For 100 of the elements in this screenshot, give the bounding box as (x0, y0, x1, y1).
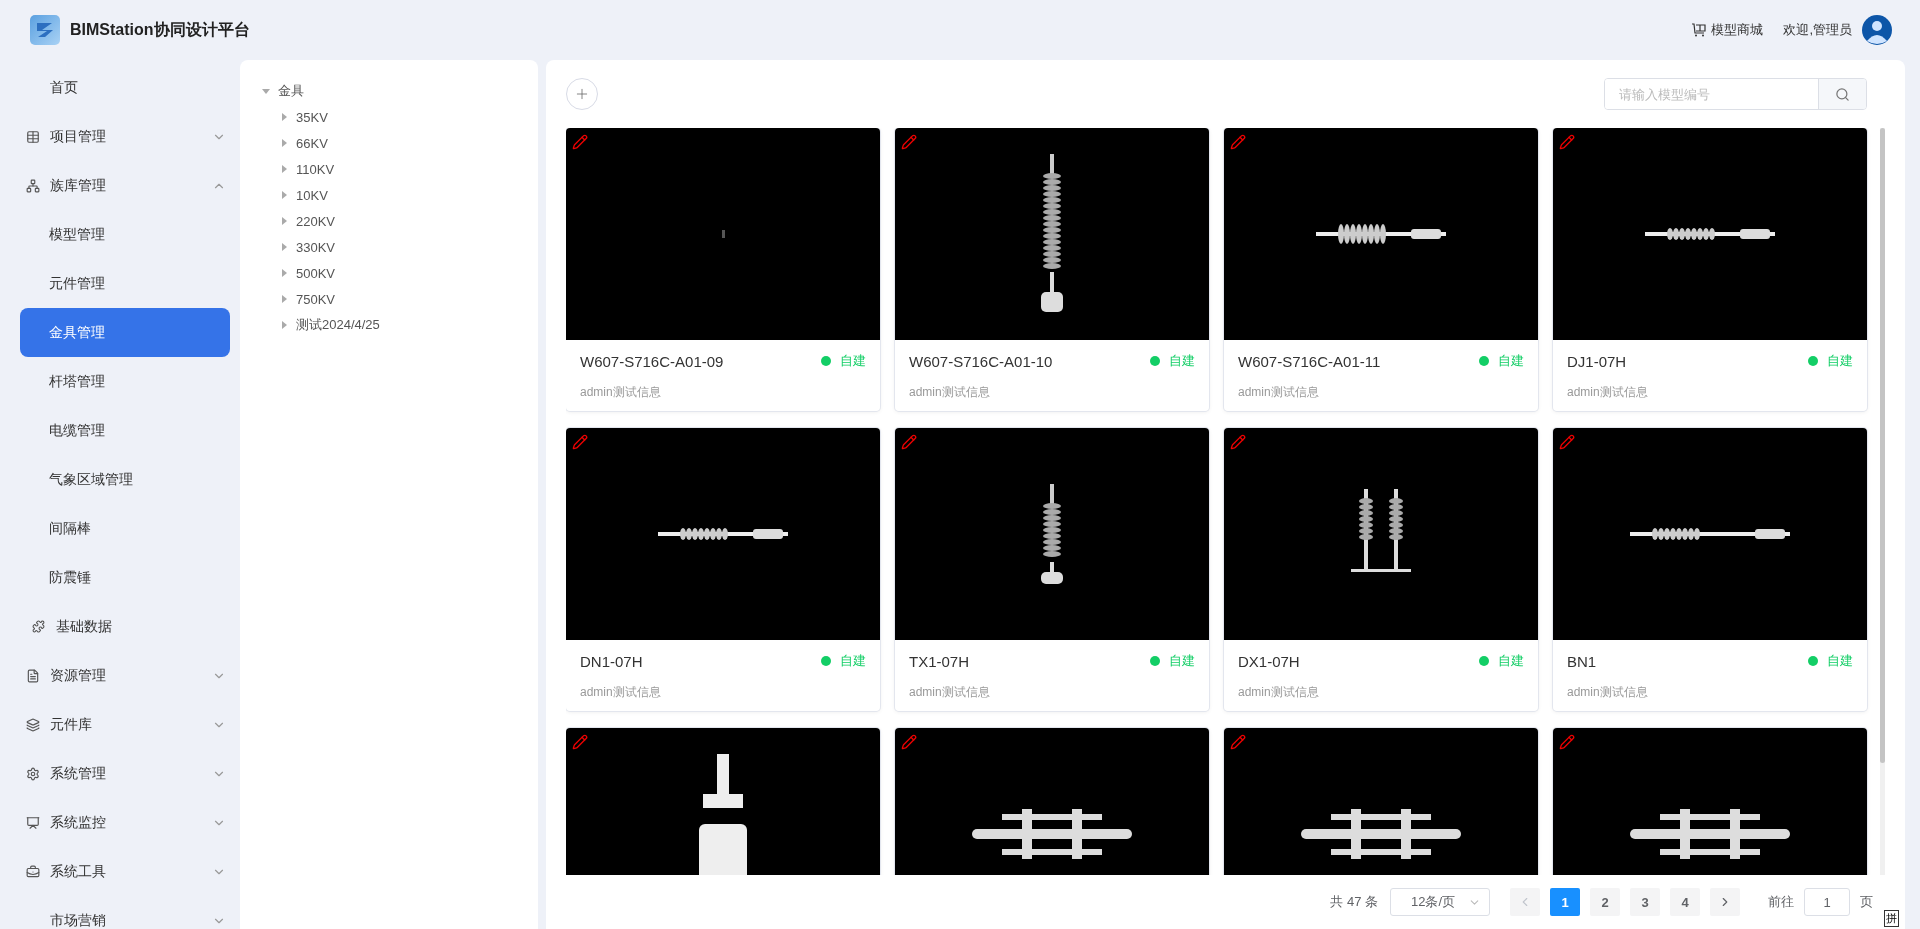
caret-icon (262, 87, 270, 95)
welcome-text: 欢迎,管理员 (1783, 21, 1852, 39)
pencil-icon[interactable] (1230, 434, 1246, 450)
menu-item[interactable]: 系统监控 (0, 798, 240, 847)
tree-node[interactable]: 750KV (262, 286, 538, 312)
tree-node[interactable]: 66KV (262, 130, 538, 156)
tree-node[interactable]: 330KV (262, 234, 538, 260)
submenu-item[interactable]: 防震锤 (20, 553, 230, 602)
page-button[interactable]: 3 (1630, 888, 1660, 916)
model-card[interactable]: DJ1-07H 自建 admin测试信息 (1553, 128, 1867, 411)
ime-indicator[interactable]: 拼 (1884, 910, 1899, 927)
model-name: W607-S716C-A01-09 (580, 352, 724, 370)
status-label: 自建 (1498, 652, 1524, 670)
pencil-icon[interactable] (1559, 734, 1575, 750)
tree-node[interactable]: 10KV (262, 182, 538, 208)
pencil-icon[interactable] (1230, 134, 1246, 150)
app-title: BIMStation协同设计平台 (70, 19, 250, 40)
menu-item[interactable]: 项目管理 (0, 112, 240, 161)
submenu-item[interactable]: 金具管理 (20, 308, 230, 357)
model-name: DJ1-07H (1567, 352, 1627, 370)
submenu-item[interactable]: 基础数据 (20, 602, 230, 651)
cart-icon (1691, 23, 1708, 37)
total-count: 共 47 条 (1330, 893, 1378, 911)
caret-icon (280, 113, 288, 121)
caret-icon (280, 217, 288, 225)
logo-icon (30, 15, 60, 45)
caret-icon (280, 321, 288, 329)
model-card[interactable]: DN1-07H 自建 admin测试信息 (566, 428, 880, 711)
menu-item[interactable]: 族库管理 (0, 161, 240, 210)
model-name: BN1 (1567, 652, 1597, 670)
menu-item[interactable]: 系统工具 (0, 847, 240, 896)
tree-node[interactable]: 500KV (262, 260, 538, 286)
model-description: admin测试信息 (1238, 684, 1320, 701)
pencil-icon[interactable] (901, 734, 917, 750)
model-name: DN1-07H (580, 652, 643, 670)
status-label: 自建 (1169, 352, 1195, 370)
tree-node[interactable]: 金具 (262, 78, 538, 104)
page-button[interactable]: 4 (1670, 888, 1700, 916)
pencil-icon[interactable] (1559, 134, 1575, 150)
pencil-icon[interactable] (572, 434, 588, 450)
menu-item[interactable]: 市场营销 (0, 896, 240, 929)
status-label: 自建 (1827, 652, 1853, 670)
tree-node[interactable]: 110KV (262, 156, 538, 182)
model-description: admin测试信息 (580, 684, 662, 701)
page-size-select[interactable]: 12条/页 (1390, 888, 1490, 916)
pencil-icon[interactable] (572, 734, 588, 750)
caret-icon (280, 295, 288, 303)
menu-item[interactable]: 资源管理 (0, 651, 240, 700)
model-card[interactable]: DX1-07H 自建 admin测试信息 (1224, 428, 1538, 711)
search-button[interactable] (1818, 79, 1866, 109)
pencil-icon[interactable] (1559, 434, 1575, 450)
model-card[interactable]: W607-S716C-A01-09 自建 admin测试信息 (566, 128, 880, 411)
model-name: DX1-07H (1238, 652, 1300, 670)
scrollbar-thumb[interactable] (1880, 128, 1885, 763)
menu-item[interactable]: 元件库 (0, 700, 240, 749)
caret-icon (280, 165, 288, 173)
model-description: admin测试信息 (1567, 384, 1649, 401)
model-card[interactable]: TX1-07H 自建 admin测试信息 (895, 428, 1209, 711)
menu-item[interactable]: 首页 (0, 63, 240, 112)
page-suffix: 页 (1860, 893, 1873, 911)
model-card[interactable]: BN1 自建 admin测试信息 (1553, 428, 1867, 711)
page-button[interactable]: 2 (1590, 888, 1620, 916)
pencil-icon[interactable] (1230, 734, 1246, 750)
model-description: admin测试信息 (1567, 684, 1649, 701)
status-label: 自建 (1498, 352, 1524, 370)
submenu-item[interactable]: 杆塔管理 (20, 357, 230, 406)
submenu-item[interactable]: 电缆管理 (20, 406, 230, 455)
model-name: W607-S716C-A01-11 (1238, 352, 1381, 370)
pencil-icon[interactable] (572, 134, 588, 150)
submenu-item[interactable]: 气象区域管理 (20, 455, 230, 504)
caret-icon (280, 191, 288, 199)
submenu-item[interactable]: 模型管理 (20, 210, 230, 259)
caret-icon (280, 269, 288, 277)
model-description: admin测试信息 (909, 684, 991, 701)
status-label: 自建 (1827, 352, 1853, 370)
caret-icon (280, 243, 288, 251)
model-name: TX1-07H (909, 652, 970, 670)
model-shop-link[interactable]: 模型商城 (1691, 21, 1764, 39)
model-card[interactable]: W607-S716C-A01-10 自建 admin测试信息 (895, 128, 1209, 411)
pencil-icon[interactable] (901, 134, 917, 150)
tree-node[interactable]: 35KV (262, 104, 538, 130)
page-input[interactable]: 1 (1804, 888, 1850, 916)
search-field[interactable]: 请输入模型编号 (1604, 78, 1867, 110)
model-description: admin测试信息 (580, 384, 662, 401)
goto-label: 前往 (1768, 893, 1794, 911)
fitting-drawing (721, 230, 725, 238)
puzzle-icon (32, 620, 46, 633)
menu-item[interactable]: 系统管理 (0, 749, 240, 798)
pencil-icon[interactable] (901, 434, 917, 450)
tree-node[interactable]: 测试2024/4/25 (262, 312, 538, 338)
plus-icon (574, 86, 590, 102)
model-description: admin测试信息 (909, 384, 991, 401)
model-name: W607-S716C-A01-10 (909, 352, 1053, 370)
tree-node[interactable]: 220KV (262, 208, 538, 234)
status-label: 自建 (1169, 652, 1195, 670)
caret-icon (280, 139, 288, 147)
model-card[interactable]: W607-S716C-A01-11 自建 admin测试信息 (1224, 128, 1538, 411)
submenu-item[interactable]: 间隔棒 (20, 504, 230, 553)
submenu-item[interactable]: 元件管理 (20, 259, 230, 308)
avatar-icon[interactable] (1862, 15, 1892, 45)
